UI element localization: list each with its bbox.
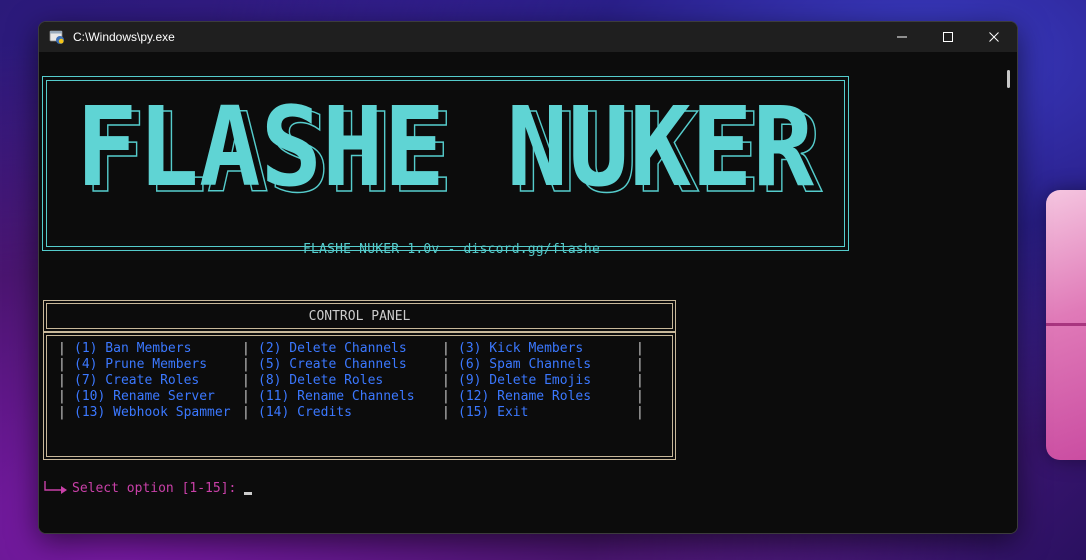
menu-option: (7) Create Roles <box>74 373 200 388</box>
column-separator: | <box>442 389 450 404</box>
window-controls <box>879 22 1017 52</box>
input-prompt[interactable]: Select option [1-15]: <box>42 480 253 496</box>
menu-option: (6) Spam Channels <box>458 357 592 372</box>
menu-option: (4) Prune Members <box>74 357 208 372</box>
menu-option: (12) Rename Roles <box>458 389 592 404</box>
column-separator: | <box>636 341 644 356</box>
desktop-wallpaper-panel <box>1046 190 1086 460</box>
menu-option: (14) Credits <box>258 405 352 420</box>
menu-option: (15) Exit <box>458 405 529 420</box>
column-separator: | <box>636 373 644 388</box>
maximize-icon <box>943 32 953 42</box>
menu-option: (11) Rename Channels <box>258 389 415 404</box>
minimize-button[interactable] <box>879 22 925 52</box>
column-separator: | <box>242 357 250 372</box>
banner-subtitle: FLASHE NUKER 1.0v - discord.gg/flashe <box>303 242 600 257</box>
menu-option: (2) Delete Channels <box>258 341 407 356</box>
control-panel-menu: | | | | (1) Ban Members (2) Delete Channels (3… <box>43 332 676 460</box>
column-separator: | <box>242 373 250 388</box>
menu-option: (10) Rename Server <box>74 389 215 404</box>
maximize-button[interactable] <box>925 22 971 52</box>
column-separator: | <box>442 405 450 420</box>
menu-option: (3) Kick Members <box>458 341 584 356</box>
control-panel-title: CONTROL PANEL <box>308 308 411 324</box>
column-separator: | <box>636 405 644 420</box>
column-separator: | <box>442 357 450 372</box>
menu-option: (5) Create Channels <box>258 357 407 372</box>
column-separator: | <box>58 373 66 388</box>
control-panel-header: CONTROL PANEL <box>43 300 676 332</box>
logo-text: FLASHE NUKER <box>76 99 815 195</box>
column-separator: | <box>242 389 250 404</box>
close-button[interactable] <box>971 22 1017 52</box>
column-separator: | <box>58 357 66 372</box>
prompt-arrow-icon <box>44 481 67 494</box>
scrollbar-thumb[interactable] <box>1007 70 1010 88</box>
prompt-text: Select option [1-15]: <box>72 480 237 496</box>
ascii-logo: FLASHE NUKER FLASHE NUKER <box>76 99 823 195</box>
scrollbar[interactable] <box>1000 52 1017 533</box>
close-icon <box>989 32 999 42</box>
text-cursor <box>244 491 253 495</box>
title-bar[interactable]: C:\Windows\py.exe <box>39 22 1017 52</box>
menu-option: (1) Ban Members <box>74 341 192 356</box>
menu-option: (9) Delete Emojis <box>458 373 592 388</box>
column-separator: | <box>58 341 66 356</box>
console-window[interactable]: C:\Windows\py.exe FLASHE NUKER FLASHE NU… <box>38 21 1018 534</box>
menu-option: (8) Delete Roles <box>258 373 384 388</box>
column-separator: | <box>58 389 66 404</box>
window-title: C:\Windows\py.exe <box>73 30 175 44</box>
column-separator: | <box>58 405 66 420</box>
column-separator: | <box>442 341 450 356</box>
python-app-icon <box>49 29 65 45</box>
column-separator: | <box>242 341 250 356</box>
minimize-icon <box>897 36 907 38</box>
terminal-output[interactable]: FLASHE NUKER FLASHE NUKER FLASHE NUKER 1… <box>39 52 1000 533</box>
column-separator: | <box>636 389 644 404</box>
column-separator: | <box>242 405 250 420</box>
column-separator: | <box>442 373 450 388</box>
menu-option: (13) Webhook Spammer <box>74 405 231 420</box>
column-separator: | <box>636 357 644 372</box>
